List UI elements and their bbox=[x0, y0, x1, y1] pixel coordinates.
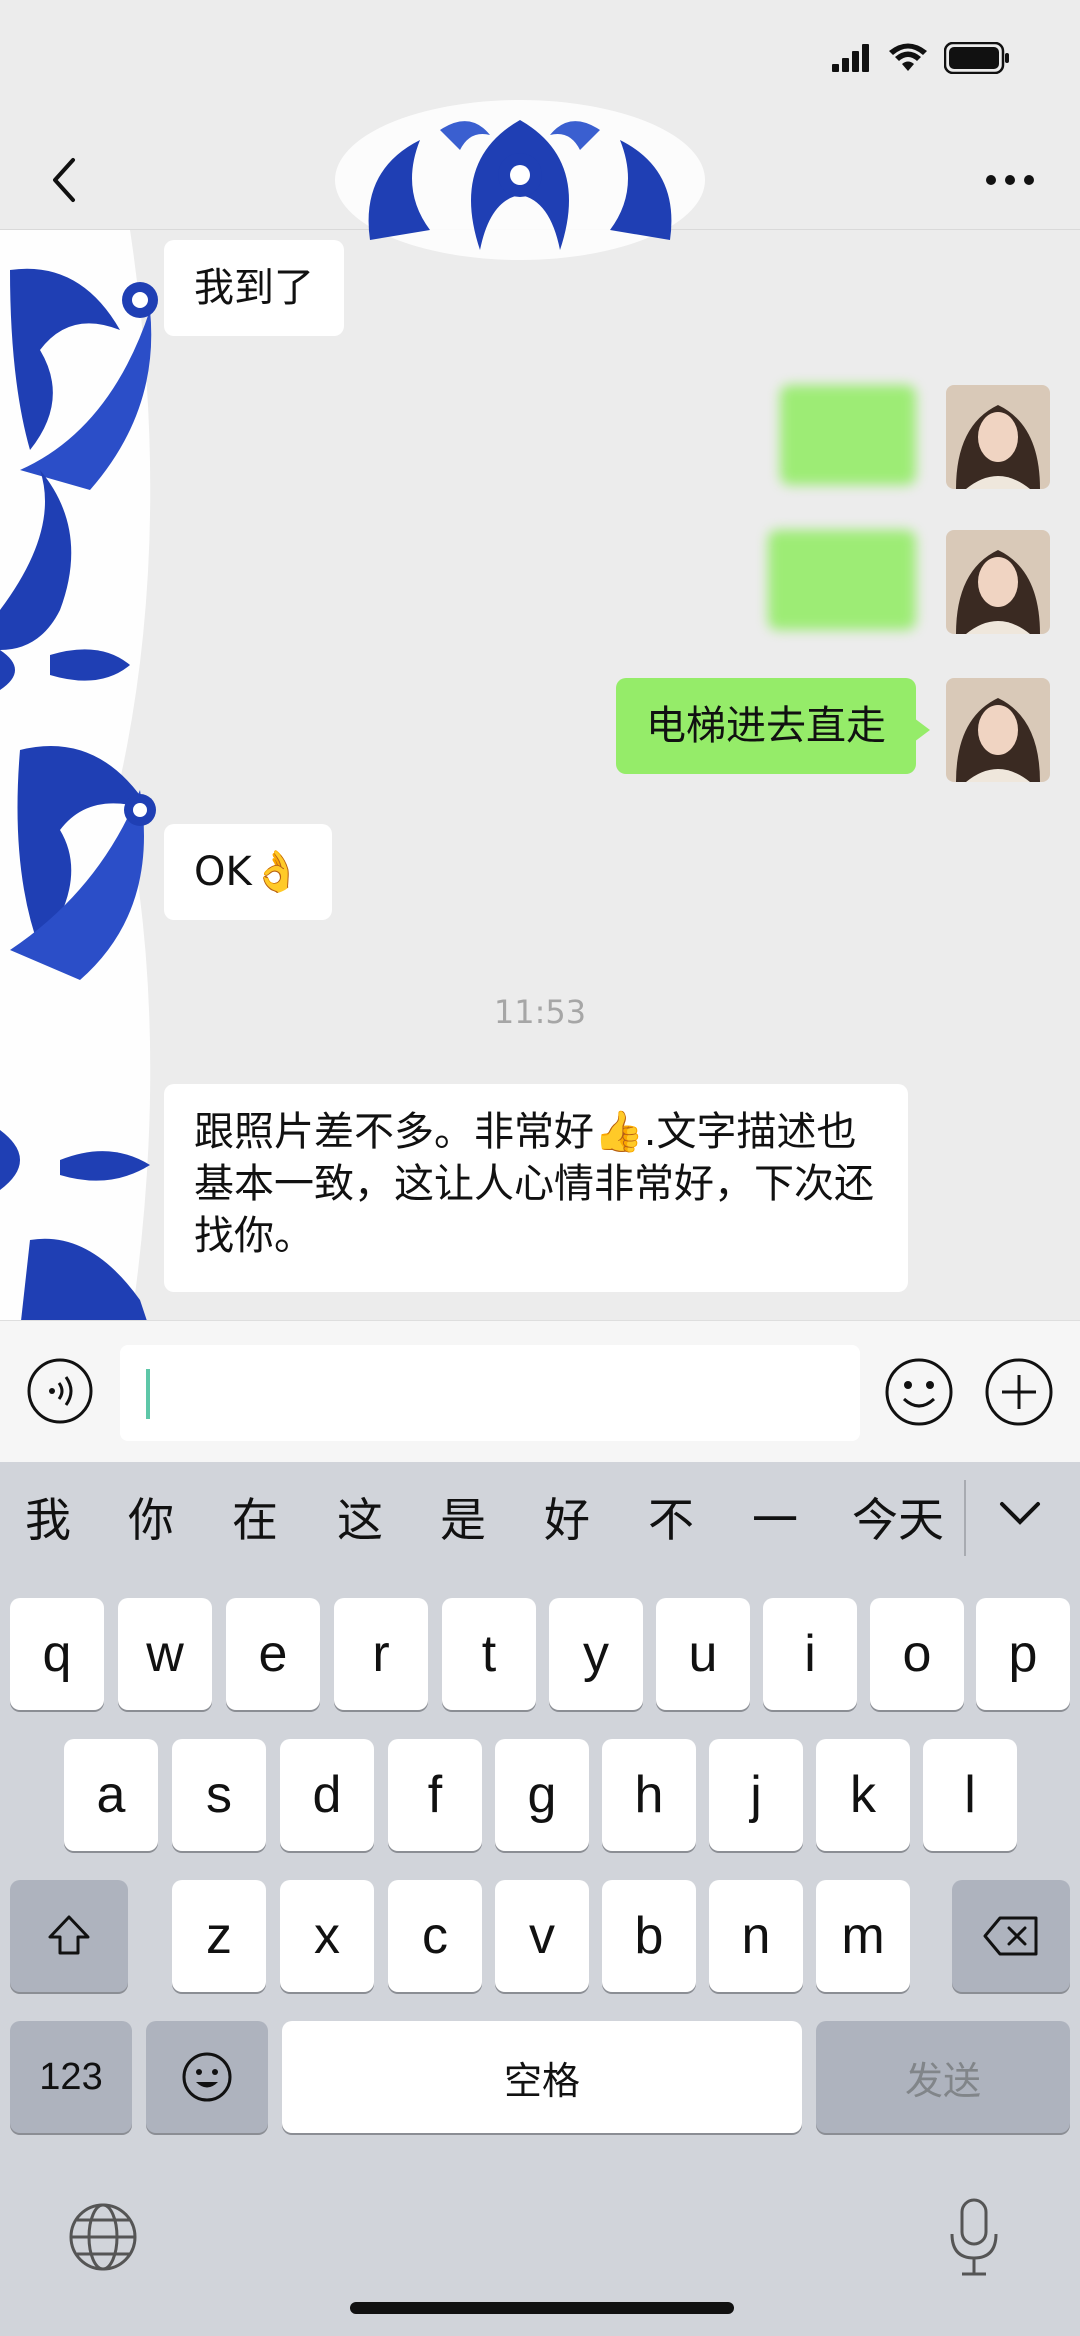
candidate-bar: 我 你 在 这 是 好 不 一 今天 bbox=[0, 1462, 1080, 1572]
emoji-button[interactable] bbox=[884, 1357, 954, 1427]
voice-icon bbox=[27, 1358, 93, 1424]
input-bar bbox=[0, 1320, 1080, 1462]
key-k[interactable]: k bbox=[816, 1739, 910, 1851]
key-e[interactable]: e bbox=[226, 1598, 320, 1710]
user-avatar-photo bbox=[946, 530, 1050, 634]
backspace-icon bbox=[983, 1916, 1038, 1956]
key-m[interactable]: m bbox=[816, 1880, 910, 1992]
signal-icon bbox=[832, 44, 869, 72]
message-list[interactable]: 我到了 电梯进去直走 OK👌 11:53 跟照片差不多。非常好👍.文字描述也基本… bbox=[0, 230, 1080, 1320]
wifi-icon bbox=[889, 43, 927, 71]
message-bubble-outgoing[interactable]: 电梯进去直走 bbox=[616, 678, 930, 774]
key-o[interactable]: o bbox=[870, 1598, 964, 1710]
candidate-divider bbox=[964, 1480, 966, 1556]
message-bubble-outgoing[interactable] bbox=[780, 385, 916, 485]
candidate-word[interactable]: 在 bbox=[232, 1484, 278, 1550]
message-bubble-incoming[interactable]: 我到了 bbox=[164, 240, 344, 336]
key-y[interactable]: y bbox=[549, 1598, 643, 1710]
key-l[interactable]: l bbox=[923, 1739, 1017, 1851]
message-bubble-incoming[interactable]: 跟照片差不多。非常好👍.文字描述也基本一致，这让人心情非常好，下次还找你。 bbox=[164, 1084, 908, 1292]
delete-key[interactable] bbox=[952, 1880, 1070, 1992]
chevron-down-icon bbox=[1000, 1502, 1040, 1525]
key-u[interactable]: u bbox=[656, 1598, 750, 1710]
key-c[interactable]: c bbox=[388, 1880, 482, 1992]
shift-icon bbox=[48, 1915, 90, 1955]
key-b[interactable]: b bbox=[602, 1880, 696, 1992]
space-key[interactable]: 空格 bbox=[282, 2021, 802, 2133]
avatar[interactable] bbox=[946, 530, 1050, 634]
chevron-left-icon bbox=[53, 158, 75, 202]
key-d[interactable]: d bbox=[280, 1739, 374, 1851]
candidate-word[interactable]: 我 bbox=[25, 1484, 71, 1550]
more-functions-button[interactable] bbox=[984, 1357, 1054, 1427]
avatar[interactable] bbox=[946, 385, 1050, 489]
voice-button[interactable] bbox=[26, 1357, 94, 1425]
message-timestamp: 11:53 bbox=[493, 993, 587, 1031]
candidate-word[interactable]: 是 bbox=[440, 1484, 486, 1550]
emoji-icon bbox=[182, 2052, 232, 2102]
collapse-candidates-button[interactable] bbox=[990, 1484, 1050, 1544]
key-n[interactable]: n bbox=[709, 1880, 803, 1992]
avatar[interactable] bbox=[946, 678, 1050, 782]
key-a[interactable]: a bbox=[64, 1739, 158, 1851]
key-j[interactable]: j bbox=[709, 1739, 803, 1851]
home-indicator[interactable] bbox=[350, 2302, 734, 2314]
numbers-key[interactable]: 123 bbox=[10, 2021, 132, 2133]
more-button[interactable] bbox=[970, 148, 1050, 212]
candidate-word[interactable]: 你 bbox=[128, 1484, 174, 1550]
emoji-key[interactable] bbox=[146, 2021, 268, 2133]
candidate-word[interactable]: 好 bbox=[544, 1484, 590, 1550]
emoji-icon bbox=[885, 1358, 953, 1426]
blue-ornament-sidebar bbox=[0, 230, 158, 1320]
key-h[interactable]: h bbox=[602, 1739, 696, 1851]
globe-icon bbox=[69, 2203, 137, 2271]
candidate-word[interactable]: 这 bbox=[337, 1484, 383, 1550]
candidate-word[interactable]: 不 bbox=[648, 1484, 694, 1550]
user-avatar-photo bbox=[946, 385, 1050, 489]
message-bubble-incoming[interactable]: OK👌 bbox=[164, 824, 332, 920]
more-dots-icon bbox=[986, 175, 1034, 185]
message-input[interactable] bbox=[120, 1345, 860, 1441]
back-button[interactable] bbox=[34, 148, 94, 212]
plus-icon bbox=[985, 1358, 1053, 1426]
key-q[interactable]: q bbox=[10, 1598, 104, 1710]
key-t[interactable]: t bbox=[442, 1598, 536, 1710]
shift-key[interactable] bbox=[10, 1880, 128, 1992]
key-x[interactable]: x bbox=[280, 1880, 374, 1992]
send-key[interactable]: 发送 bbox=[816, 2021, 1070, 2133]
key-p[interactable]: p bbox=[976, 1598, 1070, 1710]
switch-keyboard-button[interactable] bbox=[66, 2200, 140, 2274]
message-bubble-outgoing[interactable] bbox=[768, 530, 916, 630]
dictation-button[interactable] bbox=[944, 2196, 1004, 2280]
key-z[interactable]: z bbox=[172, 1880, 266, 1992]
key-w[interactable]: w bbox=[118, 1598, 212, 1710]
keyboard: 我 你 在 这 是 好 不 一 今天 q w e r t y u i o p a… bbox=[0, 1462, 1080, 2336]
candidate-word[interactable]: 今天 bbox=[852, 1484, 944, 1550]
microphone-icon bbox=[950, 2198, 998, 2276]
user-avatar-photo bbox=[946, 678, 1050, 782]
key-f[interactable]: f bbox=[388, 1739, 482, 1851]
key-g[interactable]: g bbox=[495, 1739, 589, 1851]
key-v[interactable]: v bbox=[495, 1880, 589, 1992]
text-caret bbox=[146, 1369, 150, 1419]
key-s[interactable]: s bbox=[172, 1739, 266, 1851]
key-i[interactable]: i bbox=[763, 1598, 857, 1710]
chat-header bbox=[0, 100, 1080, 260]
battery-icon bbox=[944, 42, 1009, 74]
key-r[interactable]: r bbox=[334, 1598, 428, 1710]
candidate-word[interactable]: 一 bbox=[752, 1484, 798, 1550]
